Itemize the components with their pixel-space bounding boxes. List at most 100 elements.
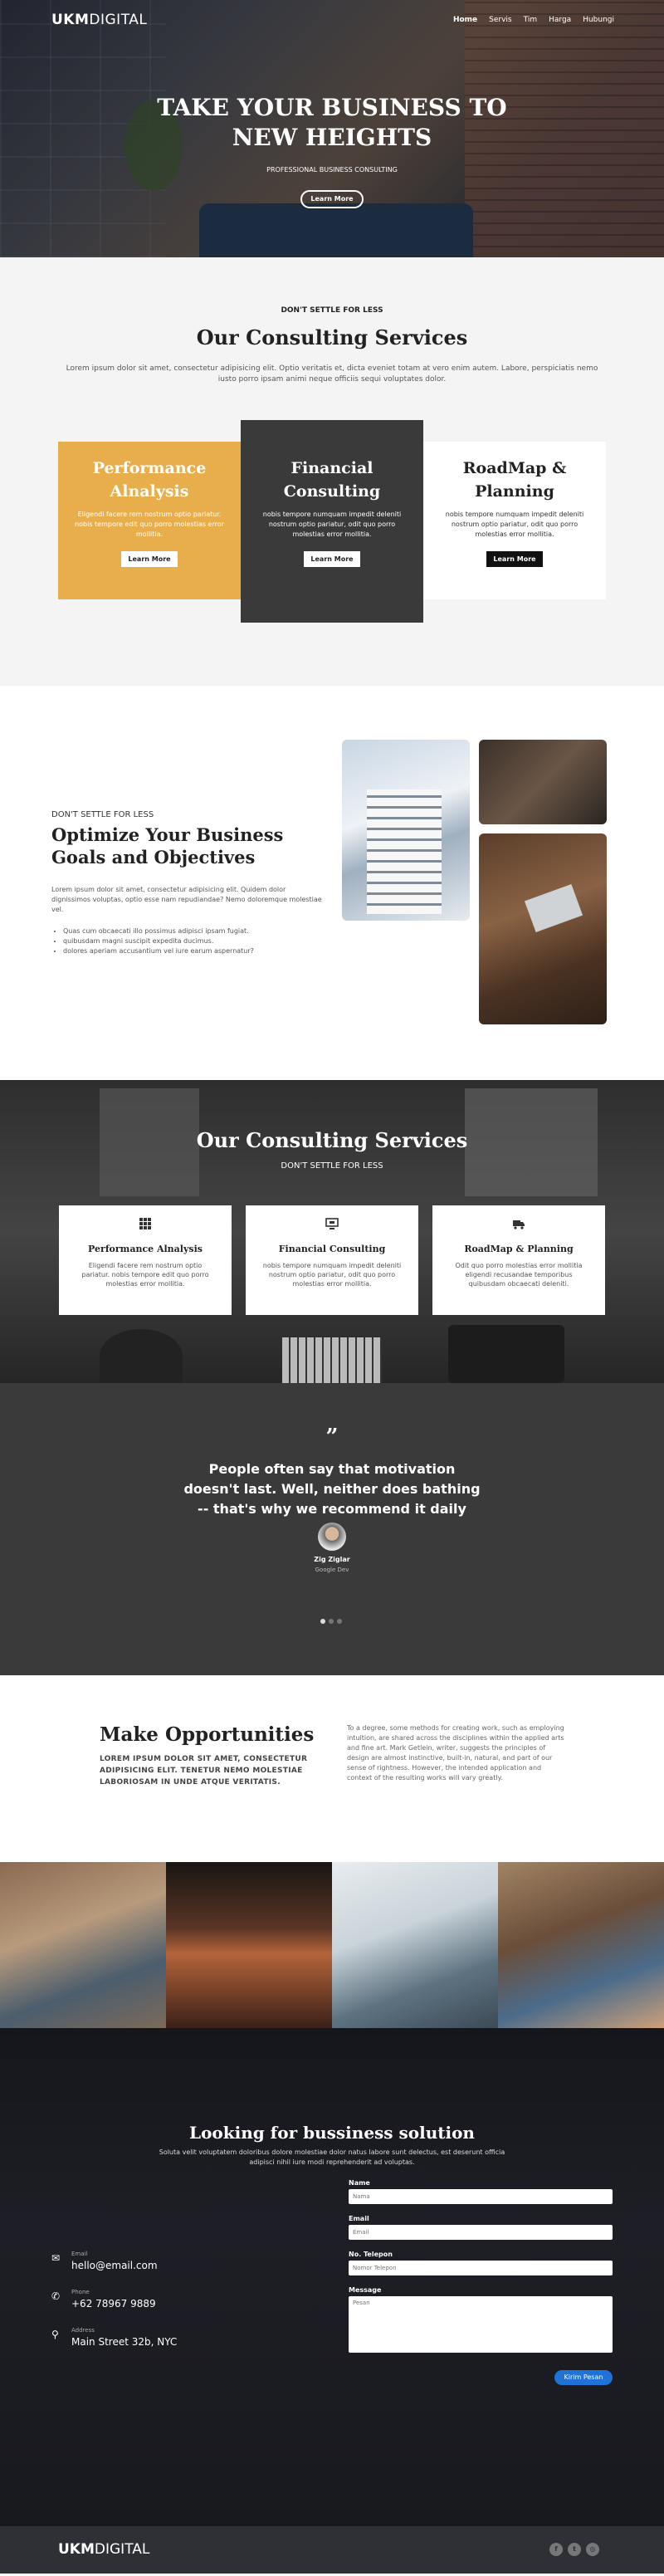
footer-logo[interactable]: UKMDIGITAL (58, 2541, 149, 2558)
info-value-email[interactable]: hello@email.com (71, 2260, 158, 2271)
mini-card-title: Financial Consulting (278, 1244, 386, 1254)
hero-title: TAKE YOUR BUSINESS TO NEW HEIGHTS (0, 93, 664, 153)
nav-link-hubungi[interactable]: Hubungi (583, 16, 614, 24)
dark-services-title: Our Consulting Services (196, 1128, 468, 1152)
hero-title-line2: NEW HEIGHTS (232, 124, 432, 151)
mini-card-performance: Performance Alnalysis Eligendi facere re… (59, 1205, 232, 1315)
hero-title-line1: TAKE YOUR BUSINESS TO (157, 94, 507, 121)
message-field[interactable] (349, 2296, 613, 2353)
carousel-dot[interactable] (337, 1619, 342, 1624)
card-title: RoadMap & Planning (462, 459, 567, 501)
info-value-address: Main Street 32b, NYC (71, 2336, 178, 2348)
optimize-section: DON'T SETTLE FOR LESS Optimize Your Busi… (0, 686, 664, 1080)
gallery-image-man-laptop (498, 1862, 664, 2028)
services-description: Lorem ipsum dolor sit amet, consectetur … (66, 364, 598, 384)
instagram-icon[interactable]: ◎ (586, 2543, 599, 2556)
footer-section: UKMDIGITAL f t ◎ (0, 2526, 664, 2574)
logo-thin: DIGITAL (89, 12, 148, 28)
card-text: Eligendi facere rem nostrum optio pariat… (75, 511, 224, 538)
opportunities-title: Make Opportunities (100, 1723, 315, 1746)
optimize-bullet-list: Quas cum obcaecati illo possimus adipisc… (63, 926, 329, 956)
truck-icon (513, 1220, 525, 1229)
nav-link-harga[interactable]: Harga (549, 16, 571, 24)
nav-link-tim[interactable]: Tim (524, 16, 538, 24)
monitor-icon (325, 1218, 339, 1229)
phone-label: No. Telepon (349, 2251, 393, 2258)
building-image (342, 740, 470, 921)
opportunities-body: To a degree, some methods for creating w… (347, 1724, 564, 1782)
card-title: Financial Consulting (283, 459, 381, 501)
contact-section: Looking for bussiness solution Soluta ve… (0, 2028, 664, 2526)
optimize-title: Optimize Your Business Goals and Objectiv… (51, 824, 284, 868)
testimonial-name: Zig Ziglar (314, 1556, 350, 1563)
facebook-icon[interactable]: f (549, 2543, 563, 2556)
carousel-dot-active[interactable] (320, 1619, 325, 1624)
hero-section: UKMDIGITAL Home Servis Tim Harga Hubungi… (0, 0, 664, 257)
message-label: Message (349, 2286, 382, 2294)
phone-icon: ✆ (51, 2290, 61, 2302)
twitter-icon[interactable]: t (568, 2543, 581, 2556)
nav-link-home[interactable]: Home (453, 16, 477, 24)
info-label-phone: Phone (71, 2289, 90, 2295)
mail-icon: ✉ (51, 2252, 61, 2264)
optimize-eyebrow: DON'T SETTLE FOR LESS (51, 810, 154, 819)
mini-card-text: Eligendi facere rem nostrum optio pariat… (81, 1262, 209, 1288)
logo-bold: UKM (51, 12, 90, 28)
card-learn-more-button[interactable]: Learn More (486, 551, 543, 567)
email-label: Email (349, 2215, 369, 2222)
dark-services-section: Our Consulting Services DON'T SETTLE FOR… (0, 1080, 664, 1383)
gallery-image-office-desk (332, 1862, 498, 2028)
hero-learn-more-button[interactable]: Learn More (300, 190, 364, 208)
gallery-section (0, 1862, 664, 2028)
card-title: Performance Alnalysis (92, 459, 207, 501)
location-icon: ⚲ (51, 2329, 59, 2340)
card-learn-more-button[interactable]: Learn More (304, 551, 360, 567)
phone-field[interactable] (349, 2261, 613, 2275)
dark-services-subtitle: DON'T SETTLE FOR LESS (281, 1161, 383, 1171)
testimonial-role: Google Dev (315, 1567, 349, 1573)
laptop-desk-image (479, 833, 607, 1024)
card-text: nobis tempore numquam impedit deleniti n… (445, 511, 584, 538)
carousel-dot[interactable] (329, 1619, 334, 1624)
mini-card-title: RoadMap & Planning (464, 1244, 574, 1254)
mini-card-text: Odit quo porro molestias error mollitia … (455, 1262, 583, 1288)
grid-icon (139, 1218, 151, 1229)
optimize-description: Lorem ipsum dolor sit amet, consectetur … (51, 886, 322, 913)
info-value-phone[interactable]: +62 78967 9889 (71, 2298, 156, 2310)
mini-card-text: nobis tempore numquam impedit deleniti n… (262, 1262, 402, 1288)
service-card-performance: Performance Alnalysis Eligendi facere rem… (58, 442, 241, 599)
testimonial-quote: People often say that motivation doesn't… (183, 1461, 481, 1517)
contact-title: Looking for bussiness solution (189, 2123, 475, 2143)
meeting-image (479, 740, 607, 824)
contact-subtitle: Soluta velit voluptatem doloribus dolore… (159, 2148, 505, 2166)
keyboard-image (282, 1337, 382, 1383)
opportunities-section: Make Opportunities LOREM IPSUM DOLOR SIT… (0, 1675, 664, 1862)
testimonial-section: ” People often say that motivation doesn… (0, 1383, 664, 1675)
list-item: Quas cum obcaecati illo possimus adipisc… (63, 926, 329, 936)
services-title: Our Consulting Services (196, 325, 468, 349)
service-card-roadmap: RoadMap & Planning nobis tempore numquam … (423, 442, 606, 599)
card-text: nobis tempore numquam impedit deleniti n… (262, 511, 402, 538)
top-navbar: UKMDIGITAL Home Servis Tim Harga Hubungi (0, 0, 664, 42)
name-label: Name (349, 2179, 370, 2187)
submit-button[interactable]: Kirim Pesan (554, 2370, 613, 2385)
gallery-image-restaurant (166, 1862, 332, 2028)
quote-icon: ” (325, 1425, 339, 1449)
avatar (318, 1523, 346, 1551)
nav-link-servis[interactable]: Servis (489, 16, 511, 24)
tablet-image (448, 1325, 564, 1383)
site-logo[interactable]: UKMDIGITAL (51, 12, 147, 28)
mini-card-title: Performance Alnalysis (88, 1244, 203, 1254)
info-label-email: Email (71, 2251, 88, 2257)
list-item: dolores aperiam accusantium vel iure ear… (63, 946, 329, 956)
nav-links: Home Servis Tim Harga Hubungi (453, 16, 614, 24)
carousel-dots (320, 1619, 342, 1624)
services-section: DON'T SETTLE FOR LESS Our Consulting Ser… (0, 257, 664, 686)
email-field[interactable] (349, 2225, 613, 2240)
opportunities-lead: LOREM IPSUM DOLOR SIT AMET, CONSECTETUR … (100, 1755, 308, 1787)
card-learn-more-button[interactable]: Learn More (121, 551, 178, 567)
service-card-financial: Financial Consulting nobis tempore numqua… (241, 420, 423, 623)
services-eyebrow: DON'T SETTLE FOR LESS (281, 306, 383, 315)
name-field[interactable] (349, 2189, 613, 2204)
hero-subtitle: PROFESSIONAL BUSINESS CONSULTING (266, 166, 398, 174)
